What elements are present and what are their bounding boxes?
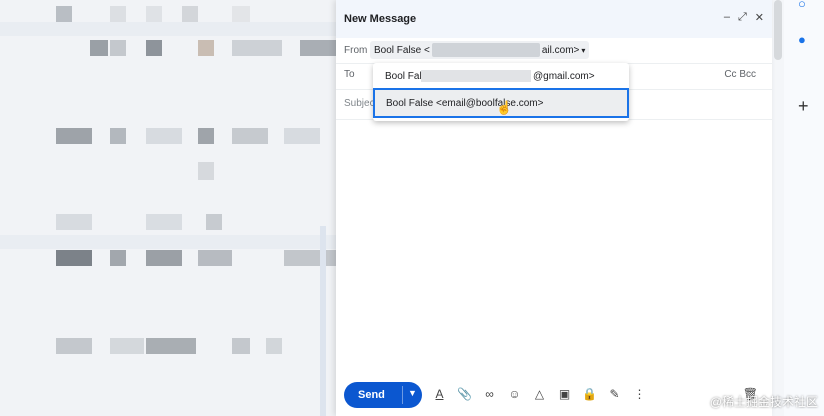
close-icon[interactable]: ✕ <box>755 11 764 24</box>
contacts-icon[interactable]: ● <box>798 32 806 47</box>
blurred-block <box>110 40 126 56</box>
schedule-send-dropdown-icon[interactable]: ▼ <box>408 388 417 398</box>
formatting-tools: A 📎 ∞ ☺ △ ▣ 🔒 ✎ ⋮ <box>432 387 647 401</box>
redacted-email <box>421 70 531 82</box>
photo-icon[interactable]: ▣ <box>557 387 572 401</box>
blurred-block <box>110 128 126 144</box>
more-vert-icon[interactable]: ⋮ <box>632 387 647 401</box>
blurred-block <box>182 6 198 22</box>
blurred-block <box>146 40 162 56</box>
blurred-block <box>198 40 214 56</box>
send-button[interactable]: Send ▼ <box>344 382 422 408</box>
signature-icon[interactable]: ✎ <box>607 387 622 401</box>
blurred-block <box>110 338 144 354</box>
cc-bcc-link[interactable]: Cc Bcc <box>724 69 756 80</box>
blurred-block <box>266 338 282 354</box>
to-label: To <box>344 69 355 80</box>
from-option-label: Bool False <email@boolfalse.com> <box>386 98 544 109</box>
from-select[interactable]: Bool False < ail.com> ▾ <box>370 41 590 59</box>
blurred-block <box>146 128 182 144</box>
blurred-block <box>56 128 92 144</box>
blurred-block <box>206 214 222 230</box>
from-label: From <box>344 45 368 56</box>
blurred-block <box>56 6 72 22</box>
drive-icon[interactable]: △ <box>532 387 547 401</box>
compose-header: New Message – ⤢ ✕ <box>336 0 772 38</box>
blurred-block <box>232 338 250 354</box>
blurred-block <box>110 6 126 22</box>
redacted-email <box>431 43 540 57</box>
blurred-block <box>146 338 196 354</box>
blurred-block <box>320 226 326 416</box>
blurred-block <box>232 128 268 144</box>
chevron-down-icon: ▾ <box>581 45 586 55</box>
minimize-icon[interactable]: – <box>724 11 730 24</box>
blurred-block <box>146 250 182 266</box>
from-name: Bool False < <box>374 44 430 56</box>
from-option[interactable]: Bool Fals @gmail.com> <box>373 63 629 89</box>
blurred-block <box>56 250 92 266</box>
blurred-block <box>56 214 92 230</box>
attach-icon[interactable]: 📎 <box>457 387 472 401</box>
blurred-block <box>284 128 320 144</box>
expand-icon[interactable]: ⤢ <box>738 11 747 24</box>
blurred-block <box>110 250 126 266</box>
blurred-block <box>56 338 92 354</box>
watermark: @稀土掘金技术社区 <box>709 395 818 409</box>
blurred-block <box>198 128 214 144</box>
blurred-block <box>146 214 182 230</box>
format-text-icon[interactable]: A <box>432 387 447 401</box>
from-option-domain: @gmail.com> <box>533 71 595 82</box>
scrollbar[interactable] <box>774 0 782 60</box>
emoji-icon[interactable]: ☺ <box>507 387 522 401</box>
blurred-block <box>232 6 250 22</box>
compose-toolbar: Send ▼ A 📎 ∞ ☺ △ ▣ 🔒 ✎ ⋮ 🗑 <box>336 378 772 412</box>
from-domain: ail.com> <box>541 44 580 56</box>
blurred-block <box>198 162 214 180</box>
lock-icon[interactable]: 🔒 <box>582 387 597 401</box>
compose-header-actions: – ⤢ ✕ <box>724 11 764 24</box>
pointer-cursor-icon: ☝ <box>496 100 513 115</box>
tasks-icon[interactable]: ○ <box>798 0 806 11</box>
blurred-row <box>0 22 336 36</box>
blurred-block <box>284 250 336 266</box>
blurred-block <box>300 40 336 56</box>
blurred-block <box>232 40 282 56</box>
blurred-row <box>0 235 336 249</box>
blurred-block <box>146 6 162 22</box>
side-panel: ○ ● + <box>784 0 824 416</box>
blurred-block <box>198 250 232 266</box>
link-icon[interactable]: ∞ <box>482 387 497 401</box>
blurred-block <box>90 40 108 56</box>
inbox-background <box>0 0 336 416</box>
add-icon[interactable]: + <box>798 96 809 117</box>
compose-title: New Message <box>344 13 417 25</box>
send-divider <box>402 386 403 404</box>
send-label: Send <box>358 389 385 401</box>
